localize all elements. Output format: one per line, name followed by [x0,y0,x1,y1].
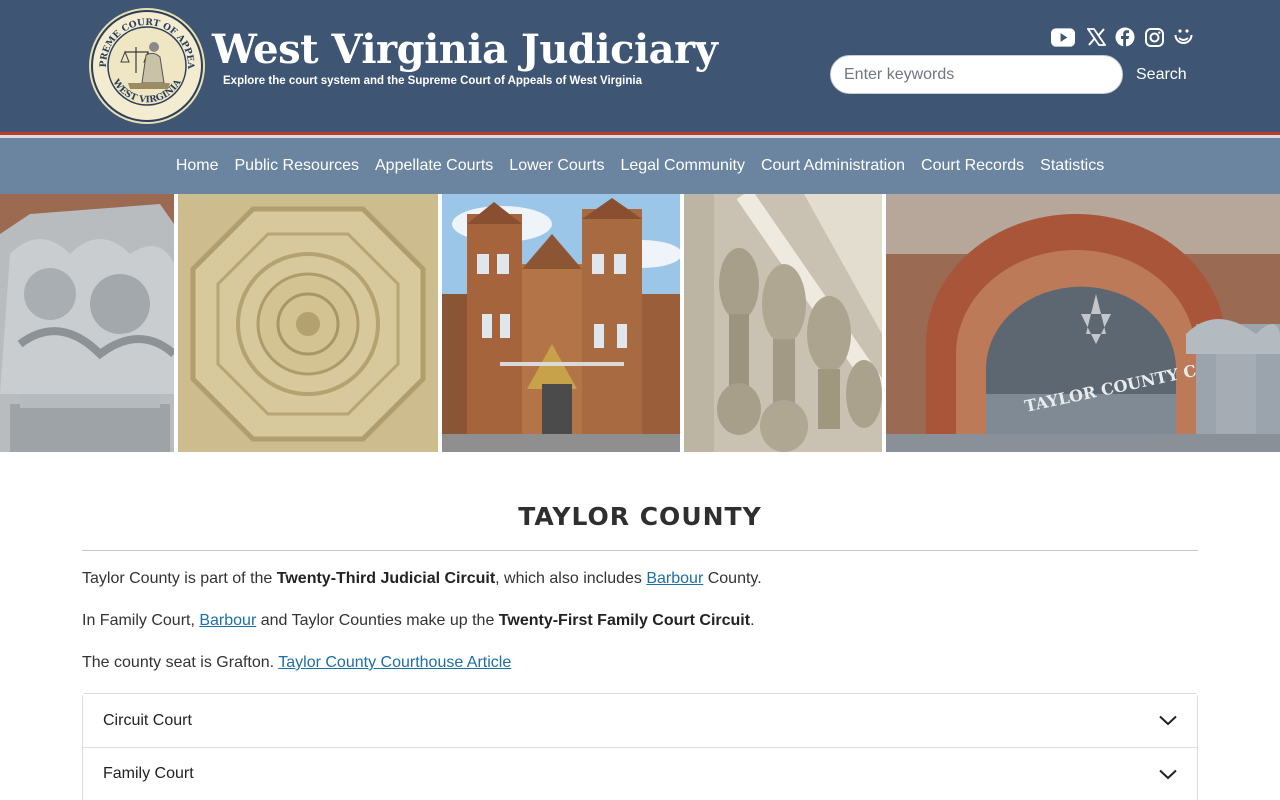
site-header: SUPREME COURT OF APPEALS WEST VIRGINIA W… [0,0,1280,132]
threads-icon[interactable] [1171,26,1195,48]
search-input[interactable] [830,55,1123,94]
court-seal-logo[interactable]: SUPREME COURT OF APPEALS WEST VIRGINIA [88,7,206,125]
nav-item-public-resources[interactable]: Public Resources [235,157,360,175]
courthouse-article-link[interactable]: Taylor County Courthouse Article [278,654,511,671]
family-circuit-name: Twenty-First Family Court Circuit [498,612,751,629]
banner-image-collage: TAYLOR COUNTY COURT [0,194,1280,452]
nav-item-legal-community[interactable]: Legal Community [620,157,745,175]
column-capital-image [0,194,174,452]
circuit-info-paragraph: Taylor County is part of the Twenty-Thir… [82,570,762,587]
nav-item-lower-courts[interactable]: Lower Courts [509,157,604,175]
chevron-down-icon [1159,769,1177,779]
x-icon[interactable] [1084,26,1108,48]
accordion-circuit-court[interactable]: Circuit Court [83,694,1197,747]
page-title: TAYLOR COUNTY [518,502,762,531]
facebook-icon[interactable] [1113,26,1137,48]
courthouse-building-image [442,194,680,452]
judicial-circuit-name: Twenty-Third Judicial Circuit [276,570,496,587]
chevron-down-icon [1159,715,1177,726]
courthouse-archway-image: TAYLOR COUNTY COURT [886,194,1280,452]
search-button[interactable]: Search [1130,60,1193,90]
accordion-label: Family Court [103,765,194,782]
youtube-icon[interactable] [1051,26,1075,48]
main-navigation: Home Public Resources Appellate Courts L… [0,138,1280,194]
family-court-paragraph: In Family Court, Barbour and Taylor Coun… [82,612,755,629]
title-divider [82,550,1198,551]
instagram-icon[interactable] [1142,26,1166,48]
county-seat-paragraph: The county seat is Grafton. Taylor Count… [82,654,512,671]
site-title[interactable]: West Virginia Judiciary [212,26,718,73]
nav-item-statistics[interactable]: Statistics [1040,157,1104,175]
nav-item-court-administration[interactable]: Court Administration [761,157,905,175]
nav-item-court-records[interactable]: Court Records [921,157,1024,175]
court-accordion: Circuit Court Family Court [82,693,1198,800]
barbour-county-link[interactable]: Barbour [646,570,703,587]
accordion-label: Circuit Court [103,711,192,729]
nav-item-home[interactable]: Home [176,157,219,175]
staircase-balusters-image [684,194,882,452]
site-tagline: Explore the court system and the Supreme… [223,75,642,87]
barbour-family-link[interactable]: Barbour [199,612,256,629]
accordion-family-court[interactable]: Family Court [83,747,1197,800]
ornate-ceiling-image [178,194,438,452]
nav-item-appellate-courts[interactable]: Appellate Courts [375,157,493,175]
